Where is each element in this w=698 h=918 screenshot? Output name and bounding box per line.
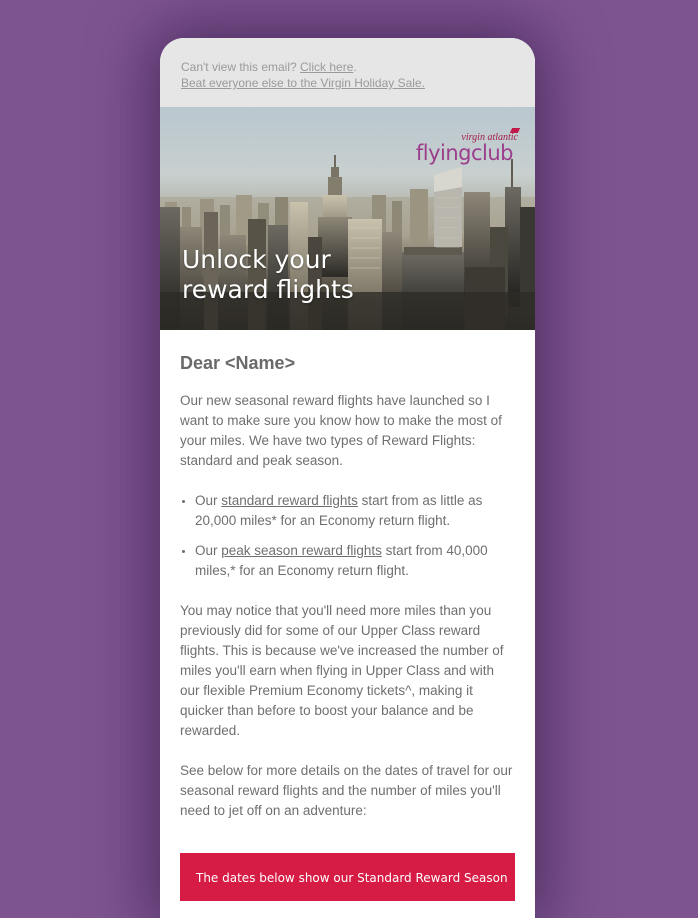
hero-banner: virgin atlantic flyingclub Unlock your r… [160,107,535,330]
hero-title-line-1: Unlock your [182,245,331,274]
standard-reward-flights-link[interactable]: standard reward flights [221,493,358,508]
email-viewport: Can't view this email? Click here. Beat … [160,38,535,918]
peak-season-reward-flights-link[interactable]: peak season reward flights [221,543,382,558]
greeting: Dear <Name> [180,353,296,373]
flyingclub-logo: flyingclub [415,141,514,165]
details-paragraph: See below for more details on the dates … [180,763,513,818]
preheader-subtitle: Beat everyone else to the Virgin Holiday… [181,76,425,90]
email-body: Dear <Name> Our new seasonal reward flig… [160,330,535,901]
preheader-line-1: Can't view this email? Click here. [181,59,535,75]
click-here-suffix: . [353,60,357,74]
hero-title-line-2: reward flights [182,275,354,304]
bullet-prefix: Our [195,493,222,508]
list-item-peak: Our peak season reward flights start fro… [195,541,515,581]
intro-paragraph: Our new seasonal reward flights have lau… [180,393,502,468]
preheader: Can't view this email? Click here. Beat … [160,38,535,107]
list-item-standard: Our standard reward flights start from a… [195,491,515,531]
reward-list: Our standard reward flights start from a… [180,491,515,581]
click-here-link[interactable]: Click here [300,60,353,74]
bullet-prefix: Our [195,543,222,558]
hero-title: Unlock your reward flights [182,245,354,305]
upper-class-paragraph: You may notice that you'll need more mil… [180,603,504,738]
standard-season-banner: The dates below show our Standard Reward… [180,853,515,901]
cant-view-text: Can't view this email? [181,60,297,74]
